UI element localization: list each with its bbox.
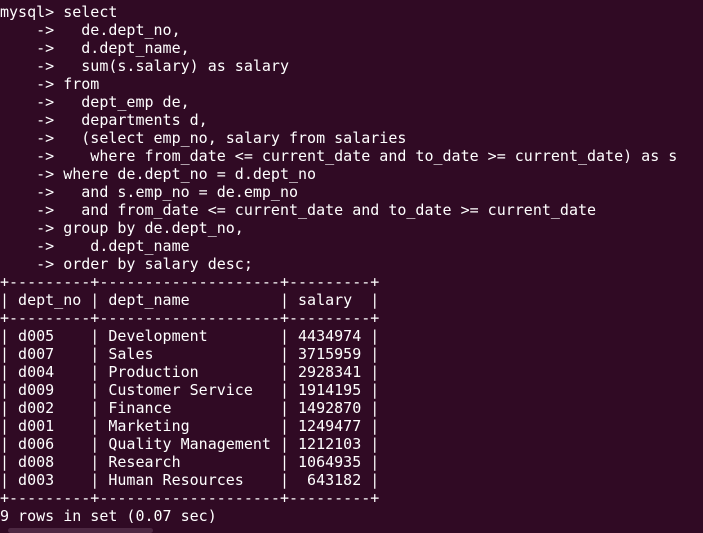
query-line: -> order by salary desc; <box>0 255 253 273</box>
table-header-row: | dept_no | dept_name | salary | <box>0 291 380 309</box>
table-row: | d002 | Finance | 1492870 | <box>0 399 380 417</box>
table-border: +---------+--------------------+--------… <box>0 489 380 507</box>
query-line: -> d.dept_name <box>0 237 190 255</box>
query-line: -> and from_date <= current_date and to_… <box>0 201 597 219</box>
table-border: +---------+--------------------+--------… <box>0 309 380 327</box>
query-line: -> departments d, <box>0 111 208 129</box>
query-line: -> from <box>0 75 100 93</box>
query-line: -> and s.emp_no = de.emp_no <box>0 183 299 201</box>
query-line: -> where de.dept_no = d.dept_no <box>0 165 317 183</box>
table-row: | d003 | Human Resources | 643182 | <box>0 471 380 489</box>
query-line: -> group by de.dept_no, <box>0 219 244 237</box>
table-row: | d009 | Customer Service | 1914195 | <box>0 381 380 399</box>
query-line: mysql> select <box>0 3 118 21</box>
table-border: +---------+--------------------+--------… <box>0 273 380 291</box>
table-row: | d007 | Sales | 3715959 | <box>0 345 380 363</box>
query-line: -> where from_date <= current_date and t… <box>0 147 678 165</box>
table-row: | d006 | Quality Management | 1212103 | <box>0 435 380 453</box>
query-line: -> dept_emp de, <box>0 93 190 111</box>
sql-query-block: mysql> select -> de.dept_no, -> d.dept_n… <box>0 3 703 273</box>
query-line: -> (select emp_no, salary from salaries <box>0 129 407 147</box>
terminal-window[interactable]: mysql> select -> de.dept_no, -> d.dept_n… <box>0 3 703 533</box>
query-line: -> sum(s.salary) as salary <box>0 57 289 75</box>
table-row: | d008 | Research | 1064935 | <box>0 453 380 471</box>
result-table: +---------+--------------------+--------… <box>0 273 703 507</box>
result-status: 9 rows in set (0.07 sec) <box>0 507 217 525</box>
table-row: | d001 | Marketing | 1249477 | <box>0 417 380 435</box>
scrollbar-thumb[interactable] <box>8 528 153 533</box>
horizontal-scrollbar[interactable] <box>0 525 703 533</box>
table-row: | d005 | Development | 4434974 | <box>0 327 380 345</box>
query-line: -> de.dept_no, <box>0 21 181 39</box>
query-line: -> d.dept_name, <box>0 39 190 57</box>
table-row: | d004 | Production | 2928341 | <box>0 363 380 381</box>
